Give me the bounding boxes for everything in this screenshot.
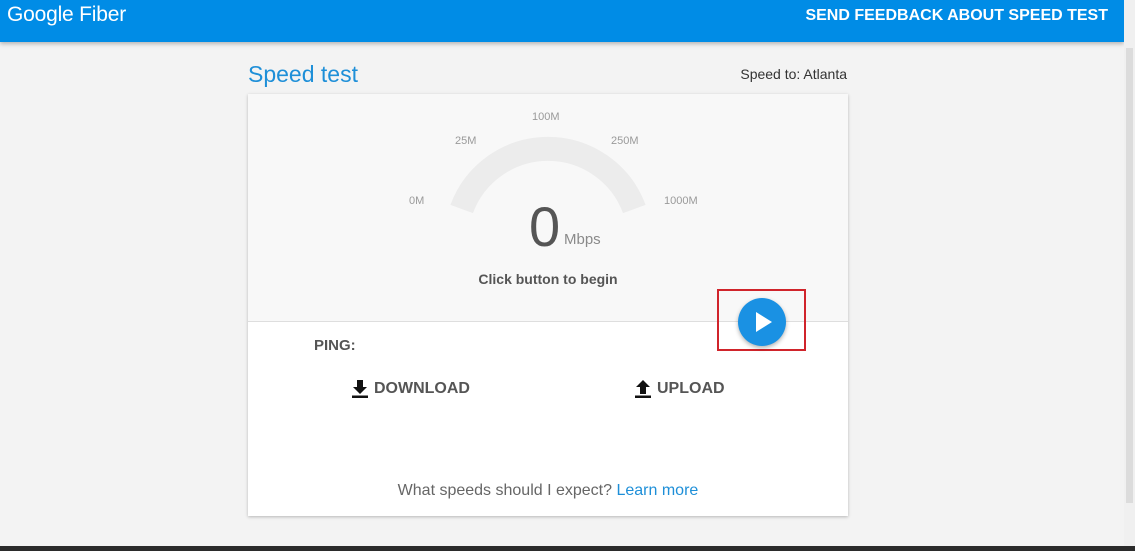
expectation-text: What speeds should I expect? Learn more (248, 481, 848, 501)
play-icon (756, 312, 772, 332)
learn-more-link[interactable]: Learn more (616, 482, 698, 499)
download-icon (352, 380, 368, 398)
gauge-panel: 0M 25M 100M 250M 1000M 0 Mbps Click butt… (248, 94, 848, 322)
gauge-tick-25m: 25M (455, 135, 477, 147)
bottom-edge (0, 546, 1135, 551)
scrollbar-thumb[interactable] (1126, 48, 1133, 503)
download-label: DOWNLOAD (374, 380, 470, 397)
upload-label: UPLOAD (657, 380, 725, 397)
gauge-tick-1000m: 1000M (664, 195, 698, 207)
send-feedback-link[interactable]: SEND FEEDBACK ABOUT SPEED TEST (805, 6, 1108, 26)
gauge-tick-250m: 250M (611, 135, 639, 147)
download-metric: DOWNLOAD (352, 379, 470, 399)
gauge-tick-100m: 100M (532, 111, 560, 123)
expectation-question: What speeds should I expect? (397, 482, 613, 499)
status-text: Click button to begin (478, 271, 618, 287)
header-bar: Google Fiber SEND FEEDBACK ABOUT SPEED T… (0, 0, 1124, 42)
vertical-scrollbar[interactable] (1124, 0, 1135, 546)
page-title: Speed test (248, 61, 358, 87)
speed-test-card: 0M 25M 100M 250M 1000M 0 Mbps Click butt… (248, 94, 848, 516)
start-test-button[interactable] (738, 298, 786, 346)
speed-unit: Mbps (564, 231, 601, 248)
gauge-tick-0m: 0M (409, 195, 425, 207)
speed-value: 0 (529, 195, 561, 258)
upload-metric: UPLOAD (635, 379, 725, 399)
upload-icon (635, 380, 651, 398)
google-fiber-logo[interactable]: Google Fiber (7, 2, 126, 28)
speed-to-location: Speed to: Atlanta (740, 66, 847, 82)
ping-label: PING: (314, 337, 356, 354)
